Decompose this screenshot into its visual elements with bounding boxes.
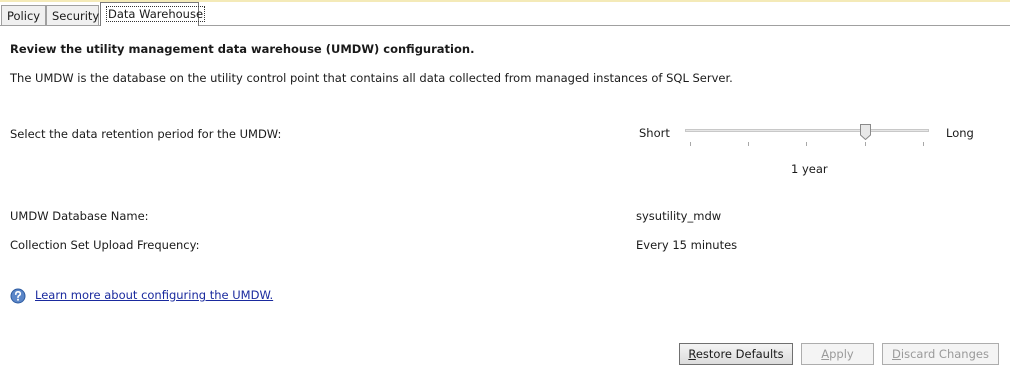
retention-slider[interactable]: Short Long 1 year [639, 124, 984, 184]
slider-tick [748, 142, 749, 146]
discard-changes-button[interactable]: Discard Changes [882, 343, 999, 365]
umdw-name-label: UMDW Database Name: [10, 209, 149, 223]
umdw-name-value: sysutility_mdw [636, 209, 722, 223]
upload-frequency-label: Collection Set Upload Frequency: [10, 238, 200, 252]
slider-tick [806, 142, 807, 146]
slider-value-label: 1 year [791, 162, 828, 176]
tab-policy[interactable]: Policy [1, 5, 46, 25]
discard-changes-mnemonic: D [892, 347, 901, 361]
restore-defaults-button[interactable]: Restore Defaults [679, 343, 793, 365]
slider-max-label: Long [946, 126, 974, 140]
slider-min-label: Short [639, 126, 670, 140]
slider-tick [690, 142, 691, 146]
apply-label: pply [829, 347, 854, 361]
tab-security[interactable]: Security [46, 5, 99, 25]
slider-thumb[interactable] [860, 124, 871, 140]
apply-button[interactable]: Apply [801, 343, 874, 365]
tab-data-warehouse-label: Data Warehouse [106, 6, 206, 22]
learn-more-link[interactable]: Learn more about configuring the UMDW. [35, 288, 273, 302]
apply-mnemonic: A [821, 347, 830, 361]
help-icon [10, 288, 26, 304]
restore-defaults-mnemonic: R [688, 347, 696, 361]
slider-tick [865, 142, 866, 146]
tab-bar: Policy Security Data Warehouse [0, 2, 1010, 26]
restore-defaults-label: estore Defaults [695, 347, 784, 361]
slider-track[interactable] [685, 129, 929, 132]
discard-changes-label: iscard Changes [900, 347, 989, 361]
tab-data-warehouse[interactable]: Data Warehouse [100, 2, 206, 26]
page-description: The UMDW is the database on the utility … [10, 71, 733, 85]
retention-label: Select the data retention period for the… [10, 127, 282, 141]
page-heading: Review the utility management data wareh… [10, 42, 475, 56]
slider-tick [923, 142, 924, 146]
upload-frequency-value: Every 15 minutes [636, 238, 738, 252]
